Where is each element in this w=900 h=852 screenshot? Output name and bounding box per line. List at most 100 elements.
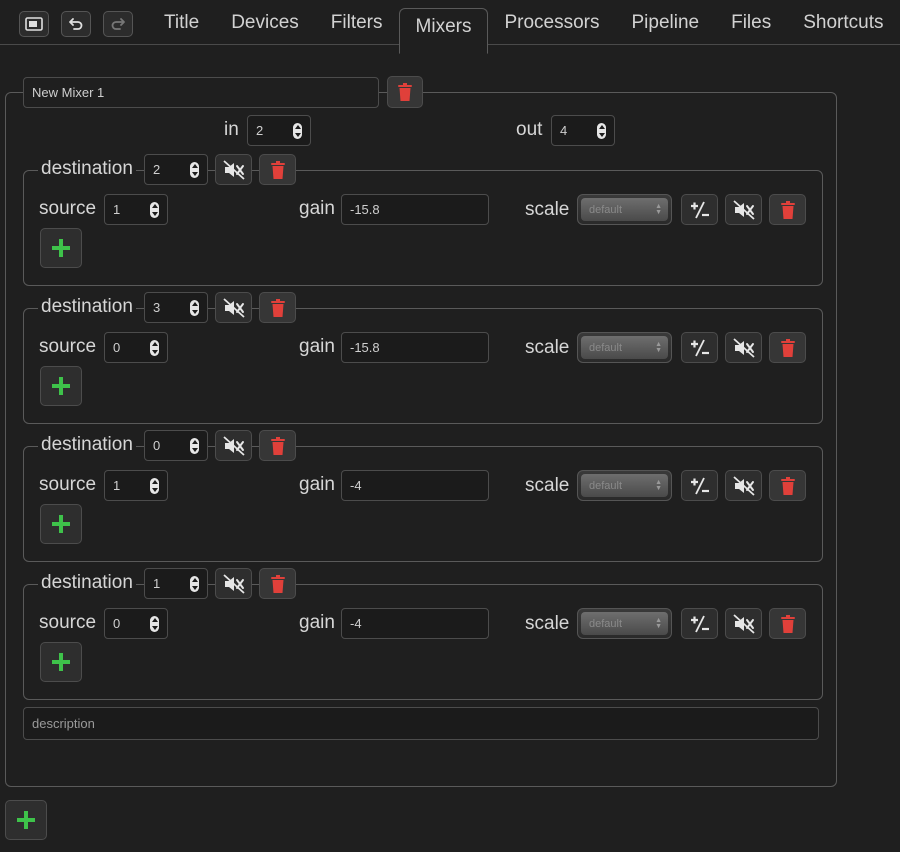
gain-input[interactable]: -15.8 (341, 194, 489, 225)
plus-icon (52, 239, 70, 257)
add-source-button[interactable] (40, 642, 82, 682)
tab-processors[interactable]: Processors (488, 0, 615, 45)
mute-destination-button[interactable] (215, 154, 252, 185)
destination-value: 2 (153, 162, 161, 177)
stepper-arrows-icon (150, 339, 159, 356)
screen-icon-button[interactable] (19, 11, 49, 37)
destination-stepper[interactable]: 0 (144, 430, 208, 461)
stepper-arrows-icon (597, 122, 606, 139)
delete-destination-button[interactable] (259, 154, 296, 185)
mute-source-button[interactable] (725, 608, 762, 639)
source-stepper[interactable]: 0 (104, 332, 168, 363)
tab-title[interactable]: Title (148, 0, 215, 45)
tab-mixers[interactable]: Mixers (398, 8, 489, 54)
gain-input[interactable]: -4 (341, 470, 489, 501)
mute-destination-button[interactable] (215, 568, 252, 599)
delete-source-button[interactable] (769, 608, 806, 639)
stepper-arrows-icon (190, 299, 199, 316)
out-stepper[interactable]: 4 (551, 115, 615, 146)
mute-icon (732, 337, 755, 358)
trash-icon (270, 160, 285, 179)
delete-destination-button[interactable] (259, 568, 296, 599)
gain-input[interactable]: -15.8 (341, 332, 489, 363)
tab-filters[interactable]: Filters (315, 0, 399, 45)
mute-source-button[interactable] (725, 470, 762, 501)
scale-select[interactable]: default ▲ ▼ (577, 608, 672, 639)
destination-frame (23, 308, 823, 424)
delete-source-button[interactable] (769, 194, 806, 225)
scale-select[interactable]: default ▲ ▼ (577, 470, 672, 501)
tab-pipeline[interactable]: Pipeline (616, 0, 716, 45)
updown-icon: ▲ ▼ (655, 202, 662, 216)
mute-source-button[interactable] (725, 332, 762, 363)
source-label: source (39, 612, 97, 633)
invert-polarity-button[interactable] (681, 332, 718, 363)
scale-select[interactable]: default ▲ ▼ (577, 194, 672, 225)
source-value: 1 (113, 478, 121, 493)
scale-value: default (589, 341, 623, 354)
stepper-arrows-icon (150, 477, 159, 494)
stepper-arrows-icon (190, 437, 199, 454)
gain-label: gain (299, 612, 335, 633)
mute-source-button[interactable] (725, 194, 762, 225)
gain-label: gain (299, 474, 335, 495)
source-label: source (39, 198, 97, 219)
out-label: out (516, 119, 543, 140)
trash-icon (270, 436, 285, 455)
delete-destination-button[interactable] (259, 430, 296, 461)
plus-icon (17, 811, 35, 829)
add-source-button[interactable] (40, 228, 82, 268)
source-stepper[interactable]: 0 (104, 608, 168, 639)
destination-value: 0 (153, 438, 161, 453)
gain-input[interactable]: -4 (341, 608, 489, 639)
delete-destination-button[interactable] (259, 292, 296, 323)
delete-source-button[interactable] (769, 332, 806, 363)
plus-icon (52, 653, 70, 671)
mute-destination-button[interactable] (215, 430, 252, 461)
description-field[interactable]: description (23, 707, 819, 740)
destination-frame (23, 584, 823, 700)
stepper-arrows-icon (150, 201, 159, 218)
redo-button[interactable] (103, 11, 133, 37)
undo-button[interactable] (61, 11, 91, 37)
trash-icon (780, 476, 795, 495)
plus-minus-icon (690, 615, 709, 632)
trash-icon (270, 574, 285, 593)
invert-polarity-button[interactable] (681, 470, 718, 501)
tab-files[interactable]: Files (715, 0, 787, 45)
mixer-name-field[interactable]: New Mixer 1 (23, 77, 379, 108)
invert-polarity-button[interactable] (681, 608, 718, 639)
in-label: in (224, 119, 239, 140)
updown-icon: ▲ ▼ (655, 616, 662, 630)
add-source-button[interactable] (40, 504, 82, 544)
destination-stepper[interactable]: 2 (144, 154, 208, 185)
tab-devices[interactable]: Devices (215, 0, 315, 45)
mute-icon (222, 159, 245, 180)
mute-destination-button[interactable] (215, 292, 252, 323)
stepper-arrows-icon (190, 575, 199, 592)
destination-stepper[interactable]: 3 (144, 292, 208, 323)
in-stepper[interactable]: 2 (247, 115, 311, 146)
scale-select[interactable]: default ▲ ▼ (577, 332, 672, 363)
source-value: 0 (113, 616, 121, 631)
add-source-button[interactable] (40, 366, 82, 406)
invert-polarity-button[interactable] (681, 194, 718, 225)
delete-mixer-button[interactable] (387, 76, 423, 108)
source-label: source (39, 474, 97, 495)
mute-icon (222, 573, 245, 594)
source-stepper[interactable]: 1 (104, 194, 168, 225)
plus-minus-icon (690, 339, 709, 356)
delete-source-button[interactable] (769, 470, 806, 501)
source-value: 0 (113, 340, 121, 355)
source-stepper[interactable]: 1 (104, 470, 168, 501)
out-value: 4 (560, 123, 568, 138)
tab-shortcuts[interactable]: Shortcuts (787, 0, 899, 45)
trash-icon (270, 298, 285, 317)
scale-label: scale (525, 337, 570, 358)
add-mixer-button[interactable] (5, 800, 47, 840)
in-value: 2 (256, 123, 264, 138)
source-value: 1 (113, 202, 121, 217)
source-label: source (39, 336, 97, 357)
gain-label: gain (299, 336, 335, 357)
destination-stepper[interactable]: 1 (144, 568, 208, 599)
